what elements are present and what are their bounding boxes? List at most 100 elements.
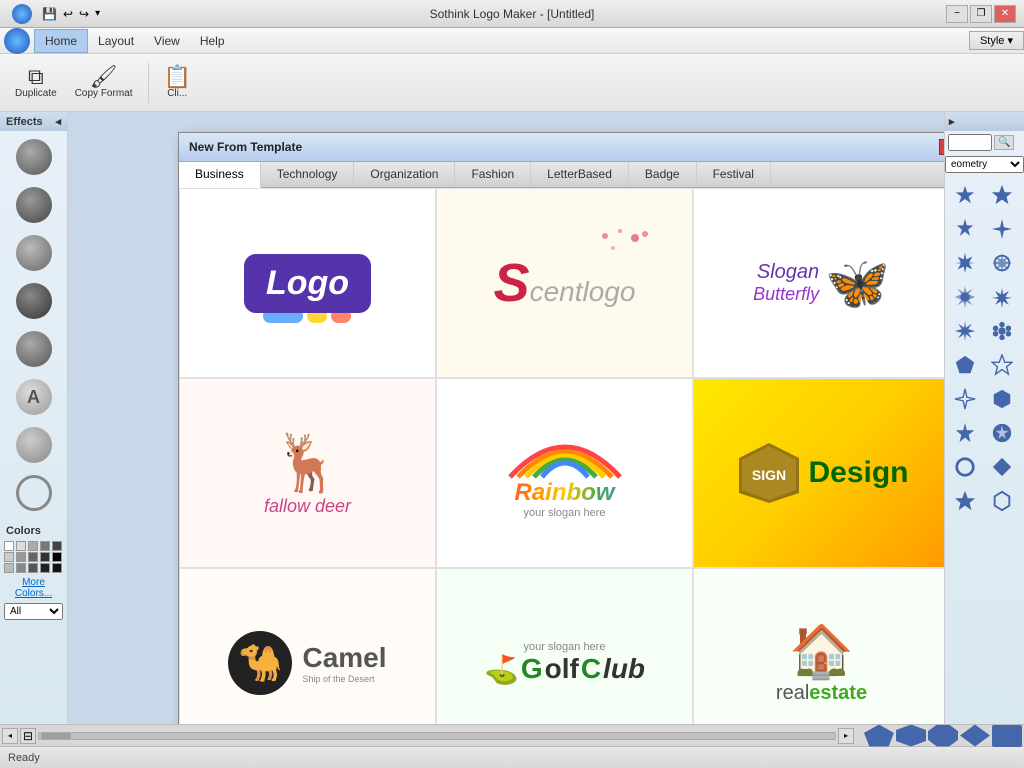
- logo-3-container: Slogan Butterfly 🦋: [694, 189, 944, 377]
- color-cell[interactable]: [28, 552, 38, 562]
- shape-flower[interactable]: [986, 315, 1018, 347]
- effect-circle-a[interactable]: A: [16, 379, 52, 415]
- bottom-shape-5[interactable]: [992, 725, 1022, 747]
- tab-letterbased[interactable]: LetterBased: [531, 162, 629, 187]
- template-deer[interactable]: 🦌 fallow deer: [179, 378, 436, 568]
- bottom-shape-2[interactable]: [896, 725, 926, 747]
- effect-circle-5[interactable]: [16, 331, 52, 367]
- menu-layout[interactable]: Layout: [88, 30, 144, 52]
- effect-circle-4[interactable]: [16, 283, 52, 319]
- shape-starburst[interactable]: [986, 281, 1018, 313]
- shape-sun[interactable]: [949, 281, 981, 313]
- canvas-area[interactable]: New From Template ✕ Business Technology …: [68, 112, 944, 724]
- tab-technology[interactable]: Technology: [261, 162, 355, 187]
- template-camel[interactable]: 🐪 Camel Ship of the Desert: [179, 568, 436, 724]
- dialog-close-button[interactable]: ✕: [939, 139, 944, 155]
- color-cell[interactable]: [16, 541, 26, 551]
- colors-header: Colors: [4, 523, 63, 539]
- template-logo[interactable]: Logo: [179, 188, 436, 378]
- menu-help[interactable]: Help: [190, 30, 235, 52]
- shape-ring[interactable]: [949, 451, 981, 483]
- effect-circle-1[interactable]: [16, 139, 52, 175]
- color-cell[interactable]: [52, 541, 62, 551]
- shape-circlestar[interactable]: [986, 417, 1018, 449]
- clipboard-button[interactable]: 📋 Cli...: [157, 62, 198, 103]
- app-logo: [12, 4, 32, 24]
- more-colors-link[interactable]: More Colors...: [4, 575, 63, 601]
- tab-business[interactable]: Business: [179, 162, 261, 188]
- toolbar-separator: [148, 63, 149, 103]
- menu-view[interactable]: View: [144, 30, 190, 52]
- template-golfclub[interactable]: your slogan here ⛳ Golf Club: [436, 568, 693, 724]
- hscroll-right-button[interactable]: ▸: [838, 728, 854, 744]
- template-realestate[interactable]: 🏠 realestate: [693, 568, 944, 724]
- bottom-shape-3[interactable]: [928, 725, 958, 747]
- shape-hexagon[interactable]: [986, 383, 1018, 415]
- sign-wrapper: SIGN Design: [734, 438, 908, 508]
- minimize-button[interactable]: −: [946, 5, 968, 23]
- effect-circle-ring[interactable]: [16, 475, 52, 511]
- effects-header[interactable]: Effects ◂: [0, 112, 67, 131]
- hscroll-bar: ◂ ⊟ ▸: [0, 724, 1024, 746]
- copy-format-label: Copy Format: [75, 88, 133, 99]
- color-cell[interactable]: [4, 563, 14, 573]
- duplicate-button[interactable]: ⧉ Duplicate: [8, 62, 64, 103]
- tab-festival[interactable]: Festival: [697, 162, 771, 187]
- shape-5star[interactable]: [986, 179, 1018, 211]
- shape-hexagon2[interactable]: [986, 485, 1018, 517]
- color-cell[interactable]: [52, 563, 62, 573]
- bottom-shape-4[interactable]: [960, 725, 990, 747]
- shape-4star[interactable]: [986, 213, 1018, 245]
- quick-access-dropdown[interactable]: ▾: [95, 8, 100, 19]
- color-cell[interactable]: [28, 563, 38, 573]
- color-cell[interactable]: [40, 563, 50, 573]
- color-cell[interactable]: [4, 541, 14, 551]
- shape-12star[interactable]: [949, 315, 981, 347]
- shape-8star[interactable]: [949, 247, 981, 279]
- shape-star-outline[interactable]: [986, 349, 1018, 381]
- color-cell[interactable]: [4, 552, 14, 562]
- geometry-select[interactable]: eometry: [945, 156, 1024, 173]
- bottom-shape-1[interactable]: [864, 725, 894, 747]
- shape-6star[interactable]: [949, 179, 981, 211]
- template-rainbow[interactable]: Rainbow your slogan here: [436, 378, 693, 568]
- search-button[interactable]: 🔍: [994, 135, 1014, 150]
- copy-format-button[interactable]: 🖌 Copy Format: [68, 62, 140, 103]
- right-panel-header[interactable]: ▸: [945, 112, 1024, 131]
- effect-circle-6[interactable]: [16, 427, 52, 463]
- color-cell[interactable]: [52, 552, 62, 562]
- tab-badge[interactable]: Badge: [629, 162, 697, 187]
- color-cell[interactable]: [16, 552, 26, 562]
- hscroll-left-button[interactable]: ◂: [2, 728, 18, 744]
- color-cell[interactable]: [40, 541, 50, 551]
- effect-circle-3[interactable]: [16, 235, 52, 271]
- shape-4star-b[interactable]: [949, 383, 981, 415]
- shape-5star-b[interactable]: [949, 485, 981, 517]
- all-select[interactable]: All: [4, 603, 63, 620]
- quick-access-redo[interactable]: ↪: [79, 7, 89, 21]
- hscroll-home-button[interactable]: ⊟: [20, 728, 36, 744]
- menu-home[interactable]: Home: [34, 29, 88, 53]
- restore-button[interactable]: ❐: [970, 5, 992, 23]
- color-cell[interactable]: [40, 552, 50, 562]
- hscroll-thumb[interactable]: [41, 733, 71, 739]
- template-butterfly[interactable]: Slogan Butterfly 🦋: [693, 188, 944, 378]
- shape-starbig[interactable]: [949, 417, 981, 449]
- shape-burst[interactable]: [986, 247, 1018, 279]
- close-button[interactable]: ✕: [994, 5, 1016, 23]
- shape-search-input[interactable]: [948, 134, 992, 151]
- tab-organization[interactable]: Organization: [354, 162, 455, 187]
- tab-fashion[interactable]: Fashion: [455, 162, 531, 187]
- color-cell[interactable]: [28, 541, 38, 551]
- shape-diamond[interactable]: [986, 451, 1018, 483]
- style-button[interactable]: Style ▾: [969, 31, 1024, 50]
- shape-star2[interactable]: [949, 213, 981, 245]
- effect-circle-2[interactable]: [16, 187, 52, 223]
- template-scentlogo[interactable]: Scentlogo: [436, 188, 693, 378]
- right-panel: ▸ 🔍 eometry: [944, 112, 1024, 724]
- quick-access-undo[interactable]: ↩: [63, 7, 73, 21]
- color-cell[interactable]: [16, 563, 26, 573]
- shape-pentagon[interactable]: [949, 349, 981, 381]
- template-signdesign[interactable]: SIGN Design: [693, 378, 944, 568]
- quick-access-save[interactable]: 💾: [42, 7, 57, 21]
